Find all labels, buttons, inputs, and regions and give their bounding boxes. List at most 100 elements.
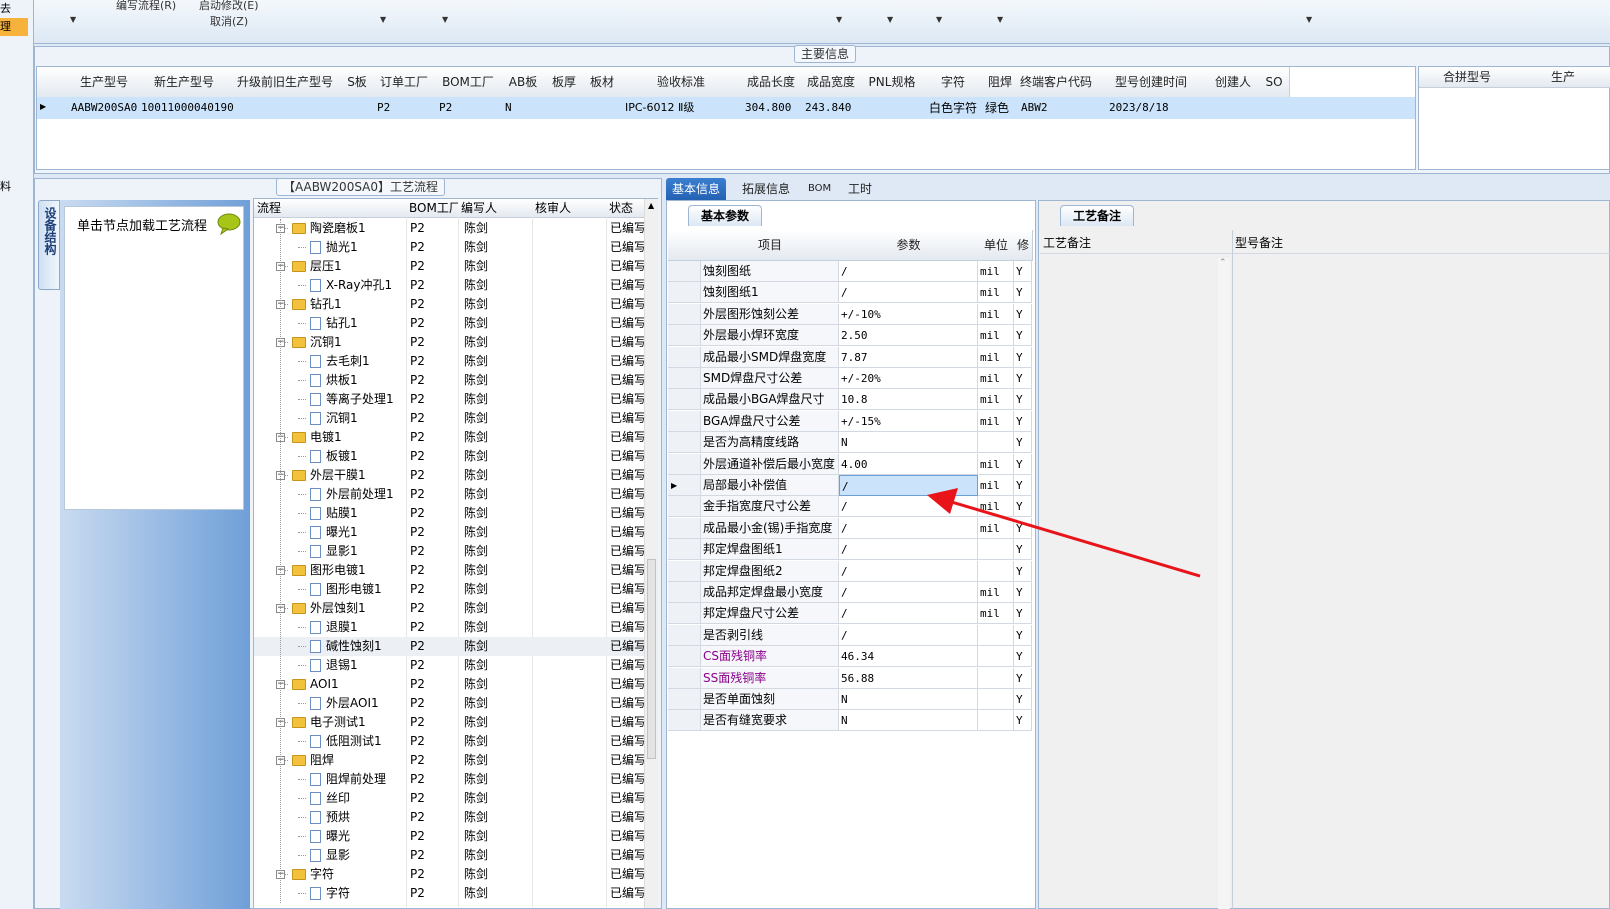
param-row[interactable]: 蚀刻图纸1/mil Y [668, 282, 1032, 304]
tree-row[interactable]: 丝印 P2 陈剑 已编写 [254, 789, 644, 808]
tree-node-label[interactable]: X-Ray冲孔1 [326, 276, 392, 294]
tree-row[interactable]: − 图形电镀1 P2 陈剑 已编写 [254, 561, 644, 580]
row-gutter[interactable] [668, 689, 701, 710]
tree-node-label[interactable]: 电子测试1 [310, 713, 366, 731]
tree-node-label[interactable]: 沉铜1 [326, 409, 358, 427]
cell[interactable]: 10011000040190 [139, 97, 234, 119]
dropdown-arrow-icon[interactable]: ▼ [1306, 15, 1312, 24]
cell[interactable]: 2023/8/18 [1107, 97, 1169, 119]
param-value-cell[interactable]: / [839, 560, 978, 582]
tree-row[interactable]: − 钻孔1 P2 陈剑 已编写 [254, 295, 644, 314]
tab-bom[interactable]: BOM [802, 178, 837, 200]
left-nav-item-0[interactable]: 去 [0, 0, 28, 15]
row-gutter[interactable] [668, 624, 701, 646]
tree-node-label[interactable]: 层压1 [310, 257, 342, 275]
tree-row[interactable]: 外层前处理1 P2 陈剑 已编写 [254, 485, 644, 504]
tree-row[interactable]: 碱性蚀刻1 P2 陈剑 已编写 [254, 637, 644, 656]
col-header[interactable]: 流程 [254, 199, 410, 218]
tree-row[interactable]: − AOI1 P2 陈剑 已编写 [254, 675, 644, 694]
param-row[interactable]: CS面残铜率 46.34 Y [668, 646, 1032, 668]
tree-row[interactable]: 曝光1 P2 陈剑 已编写 [254, 523, 644, 542]
param-value-cell[interactable]: +/-10% [839, 303, 978, 325]
tree-node-label[interactable]: 字符 [326, 884, 350, 902]
col-header[interactable]: BOM工厂 [406, 199, 462, 218]
edit-flow-button[interactable]: 编写流程(R) [116, 0, 176, 13]
side-tab-equipment[interactable]: 设备结构 [38, 200, 60, 290]
cell[interactable]: P2 [375, 97, 390, 119]
col-header[interactable]: 阻焊 [983, 67, 1018, 98]
col-header[interactable]: 生产 [1515, 67, 1610, 88]
tree-node-label[interactable]: 显影1 [326, 542, 358, 560]
scroll-up-icon[interactable]: ⌃ [1219, 258, 1227, 268]
col-header[interactable]: 合拼型号 [1419, 67, 1516, 88]
tree-node-label[interactable]: 板镀1 [326, 447, 358, 465]
param-value-cell[interactable]: 46.34 [839, 646, 978, 668]
tree-node-label[interactable]: 外层蚀刻1 [310, 599, 366, 617]
tree-row[interactable]: 沉铜1 P2 陈剑 已编写 [254, 409, 644, 428]
dropdown-arrow-icon[interactable]: ▼ [936, 15, 942, 24]
col-header[interactable]: 核审人 [532, 199, 610, 218]
col-header[interactable]: 状态 [606, 199, 648, 218]
tree-row[interactable]: − 层压1 P2 陈剑 已编写 [254, 257, 644, 276]
tree-node-label[interactable]: 图形电镀1 [326, 580, 382, 598]
tree-row[interactable]: 等离子处理1 P2 陈剑 已编写 [254, 390, 644, 409]
tree-row[interactable]: 预烘 P2 陈剑 已编写 [254, 808, 644, 827]
row-gutter[interactable] [668, 517, 701, 539]
cell[interactable]: 304.800 [743, 97, 791, 119]
cell[interactable]: AABW200SA0 [69, 97, 137, 119]
tree-row[interactable]: 贴膜1 P2 陈剑 已编写 [254, 504, 644, 523]
col-header[interactable]: 项目 [701, 230, 840, 261]
tree-scrollbar[interactable]: ▲ [644, 199, 658, 908]
row-gutter[interactable] [668, 603, 701, 625]
scroll-up-icon[interactable]: ▲ [648, 201, 654, 210]
param-row[interactable]: 邦定焊盘图纸1/ Y [668, 539, 1032, 561]
tree-row[interactable]: − 阻焊 P2 陈剑 已编写 [254, 751, 644, 770]
param-value-cell[interactable]: N [839, 432, 978, 454]
tree-row[interactable]: 抛光1 P2 陈剑 已编写 [254, 238, 644, 257]
tree-node-label[interactable]: 显影 [326, 846, 350, 864]
tree-row[interactable]: 外层AOI1 P2 陈剑 已编写 [254, 694, 644, 713]
tree-node-label[interactable]: 烘板1 [326, 371, 358, 389]
left-nav-item-2[interactable]: 料 [0, 178, 28, 193]
tree-row[interactable]: 字符 P2 陈剑 已编写 [254, 884, 644, 903]
col-header[interactable]: 成品长度 [741, 67, 802, 98]
col-header[interactable]: 单位 [978, 230, 1015, 261]
tree-node-label[interactable]: 碱性蚀刻1 [326, 637, 382, 655]
tree-node-label[interactable]: 曝光1 [326, 523, 358, 541]
param-value-cell[interactable]: / [839, 496, 978, 518]
tree-node-label[interactable]: 图形电镀1 [310, 561, 366, 579]
tree-node-label[interactable]: 电镀1 [310, 428, 342, 446]
row-gutter[interactable] [668, 389, 701, 411]
col-header[interactable]: 字符 [923, 67, 984, 98]
row-gutter[interactable] [668, 710, 701, 732]
param-value-cell[interactable]: +/-20% [839, 368, 978, 389]
col-header[interactable]: 生产型号 [69, 67, 140, 98]
col-header[interactable]: S板 [341, 67, 374, 98]
param-row[interactable]: 外层通道补偿后最小宽度 4.00 mil Y [668, 453, 1032, 475]
cancel-button[interactable]: 取消(Z) [210, 13, 248, 29]
tree-node-label[interactable]: 抛光1 [326, 238, 358, 256]
col-header[interactable]: 参数 [839, 230, 979, 261]
tree-row[interactable]: − 电镀1 P2 陈剑 已编写 [254, 428, 644, 447]
cell[interactable]: ABW2 [1019, 97, 1048, 119]
col-header[interactable]: 工艺备注 [1043, 234, 1091, 251]
tree-row[interactable]: 显影1 P2 陈剑 已编写 [254, 542, 644, 561]
tree-node-label[interactable]: 沉铜1 [310, 333, 342, 351]
tree-node-label[interactable]: 钻孔1 [310, 295, 342, 313]
tree-row[interactable]: − 沉铜1 P2 陈剑 已编写 [254, 333, 644, 352]
col-header[interactable]: BOM工厂 [435, 67, 502, 98]
tree-node-label[interactable]: 外层干膜1 [310, 466, 366, 484]
col-header[interactable]: 编写人 [458, 199, 536, 218]
tree-node-label[interactable]: 退膜1 [326, 618, 358, 636]
cell[interactable]: 243.840 [803, 97, 851, 119]
notes-scrollbar[interactable]: ⌃ [1218, 258, 1230, 909]
tab-extended-info[interactable]: 拓展信息 [736, 178, 796, 200]
param-row[interactable]: SS面残铜率 56.88 Y [668, 667, 1032, 689]
col-header[interactable]: 验收标准 [621, 67, 742, 98]
row-gutter[interactable] [668, 346, 701, 368]
param-value-cell[interactable]: 7.87 [839, 346, 978, 368]
tab-work-hours[interactable]: 工时 [842, 178, 878, 200]
tree-node-label[interactable]: 退锡1 [326, 656, 358, 674]
param-row[interactable]: 是否为高精度线路 N Y [668, 432, 1032, 454]
col-header[interactable]: SO [1259, 67, 1290, 98]
